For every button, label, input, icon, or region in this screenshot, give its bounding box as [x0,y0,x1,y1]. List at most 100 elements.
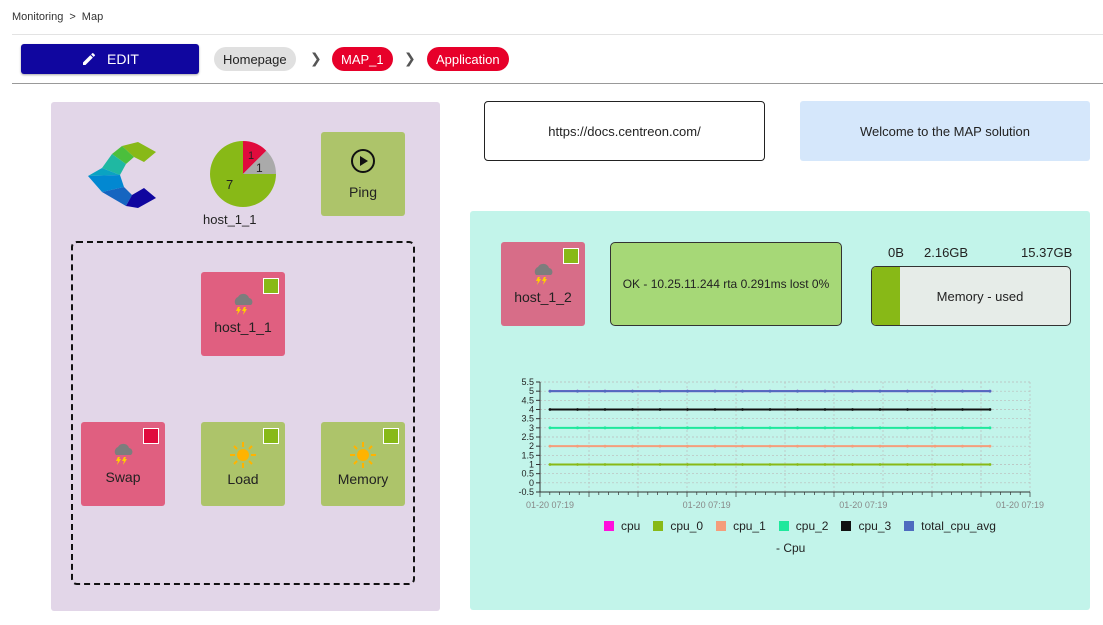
ping-output-widget[interactable]: OK - 10.25.11.244 rta 0.291ms lost 0% [610,242,842,326]
chevron-right-icon: ❯ [310,50,322,66]
host-1-1-tile[interactable]: host_1_1 [201,272,285,356]
series-point-total_cpu_avg [658,389,662,393]
x-tick-label: 01-20 07:19 [683,500,731,510]
series-point-cpu_1 [741,444,744,448]
memory-gauge-label: Memory - used [936,288,1024,304]
docs-url-link[interactable]: https://docs.centreon.com/ [484,101,765,161]
legend-label: cpu_2 [795,519,829,533]
series-point-cpu_2 [631,426,634,430]
series-point-total_cpu_avg [796,389,799,393]
load-tile[interactable]: Load [201,422,285,506]
series-point-cpu_1 [961,444,964,448]
series-point-cpu_3 [906,408,909,411]
legend-label: total_cpu_avg [921,519,996,533]
swap-tile[interactable]: Swap [81,422,165,506]
series-point-total_cpu_avg [741,389,744,393]
series-point-cpu_1 [796,444,799,448]
breadcrumb-separator: > [69,11,76,23]
x-tick-label: 01-20 07:19 [526,500,574,510]
series-point-cpu_0 [933,463,937,466]
memory-gauge[interactable]: Memory - used [871,266,1071,326]
series-point-cpu_2 [603,426,607,430]
status-pie-chart[interactable]: 7 1 1 [208,139,278,209]
series-point-cpu_0 [823,463,827,466]
series-point-cpu_1 [603,444,607,448]
series-point-cpu_2 [576,426,579,430]
series-point-cpu_1 [851,444,854,448]
series-point-cpu_3 [741,408,744,411]
series-point-cpu_1 [713,444,717,448]
series-point-cpu_2 [961,426,964,430]
pie-unknown-count: 1 [256,161,263,175]
sun-icon [230,442,256,468]
series-point-total_cpu_avg [988,389,992,393]
series-point-cpu_0 [878,463,882,466]
series-point-cpu_0 [906,463,909,466]
cpu-line-chart: 5.554.543.532.521.510.50-0.501-20 07:19 0… [518,377,1044,510]
series-point-cpu_0 [961,463,964,466]
series-point-cpu_3 [713,408,717,411]
series-point-cpu_1 [933,444,937,448]
legend-item-cpu_1[interactable]: cpu_1 [716,519,766,533]
welcome-text: Welcome to the MAP solution [800,101,1090,161]
legend-item-cpu_0[interactable]: cpu_0 [653,519,703,533]
series-point-cpu_0 [603,463,607,466]
status-square-ok [563,248,579,264]
series-point-total_cpu_avg [961,389,964,393]
series-point-cpu_0 [713,463,717,466]
crumb-map[interactable]: MAP_1 [332,47,393,71]
series-point-cpu_1 [631,444,634,448]
ping-tile[interactable]: Ping [321,132,405,216]
legend-swatch [653,521,664,531]
legend-item-cpu_2[interactable]: cpu_2 [778,519,829,533]
status-square-ok [383,428,399,444]
series-point-cpu_0 [851,463,854,466]
memory-max: 15.37GB [1021,245,1073,260]
breadcrumb-monitoring[interactable]: Monitoring [12,11,63,23]
series-point-total_cpu_avg [768,389,772,393]
pie-host-label: host_1_1 [203,212,257,227]
series-point-cpu_2 [796,426,799,430]
storm-icon [114,443,133,465]
series-point-cpu_3 [658,408,662,411]
x-tick-label: 01-20 07:19 [839,500,887,510]
host-1-2-label: host_1_2 [514,289,572,305]
series-point-cpu_1 [906,444,909,448]
series-point-total_cpu_avg [631,389,634,393]
series-point-cpu_3 [796,408,799,411]
series-point-cpu_1 [988,444,992,448]
crumb-application[interactable]: Application [427,47,509,71]
storm-icon [534,263,553,285]
swap-label: Swap [105,469,141,485]
series-point-cpu_3 [768,408,772,411]
series-point-cpu_0 [686,463,689,466]
legend-label: cpu_3 [858,519,892,533]
legend-swatch [604,521,614,531]
legend-item-cpu[interactable]: cpu [604,519,640,533]
series-point-cpu_3 [576,408,579,411]
legend-item-cpu_3[interactable]: cpu_3 [841,519,891,533]
centreon-logo [88,142,156,208]
series-point-cpu_0 [988,463,992,466]
edit-button[interactable]: EDIT [21,44,199,74]
series-point-cpu_1 [658,444,662,448]
series-point-cpu_2 [548,426,552,430]
series-point-cpu_2 [741,426,744,430]
crumb-homepage[interactable]: Homepage [214,47,296,71]
series-point-cpu_2 [906,426,909,430]
legend-swatch [841,521,852,531]
legend-item-total_cpu_avg[interactable]: total_cpu_avg [904,519,996,533]
header-divider [12,34,1103,35]
toolbar-divider [12,83,1103,84]
series-point-cpu_2 [658,426,662,430]
memory-tile[interactable]: Memory [321,422,405,506]
legend-swatch [778,521,789,531]
host-1-1-label: host_1_1 [214,319,272,335]
series-point-cpu_0 [548,463,552,466]
chart-title: - Cpu [776,541,806,555]
storm-icon [234,293,253,315]
series-point-cpu_3 [686,408,689,411]
breadcrumb-map[interactable]: Map [82,11,103,23]
load-label: Load [227,471,259,487]
host-1-2-tile[interactable]: host_1_2 [501,242,585,326]
